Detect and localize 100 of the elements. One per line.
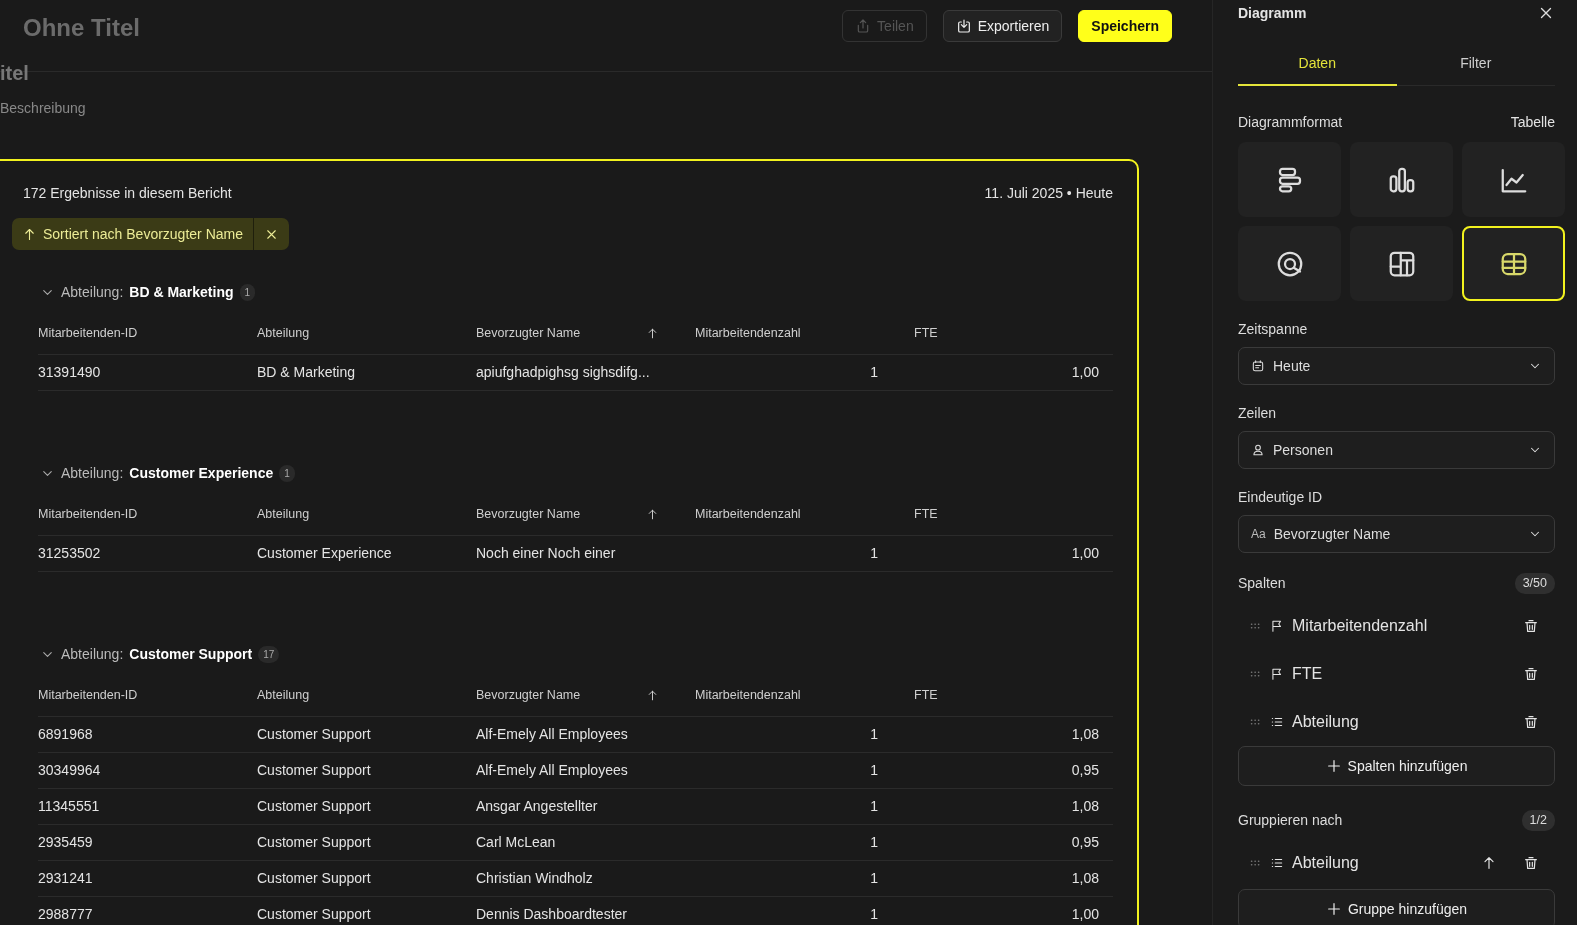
table-cell-text: Christian Windholz [476,869,594,888]
column-header[interactable]: Abteilung [257,686,310,705]
flag-icon [1270,619,1284,633]
group-name: Customer Experience [129,464,274,483]
select-field[interactable]: Aa Bevorzugter Name [1238,515,1555,553]
arrow-up-icon[interactable] [1481,855,1497,871]
table-cell-text: 2931241 [38,869,94,888]
column-header[interactable]: Mitarbeitendenzahl [695,324,801,343]
field-name: Mitarbeitendenzahl [1292,616,1429,636]
field-label: Zeilen [1238,404,1278,423]
column-header[interactable]: FTE [914,324,938,343]
person-icon [1251,443,1265,457]
column-header[interactable]: Mitarbeitenden-ID [38,324,138,343]
count-badge: 3/50 [1514,573,1555,594]
group-label: Abteilung: [61,283,124,302]
count-badge: 1/2 [1521,810,1555,831]
export-button[interactable]: Exportieren [942,10,1063,42]
table-cell-text: 1 [869,833,879,852]
table-cell-text: 1,00 [1070,363,1099,382]
table-cell-text: 1,08 [1070,797,1099,816]
table-cell-text: 1 [869,725,879,744]
table-cell-text: Customer Support [257,725,372,744]
group-name: BD & Marketing [129,283,234,302]
group-label: Abteilung: [61,464,124,483]
document-title: Ohne Titel [23,13,140,43]
add-button[interactable]: Spalten hinzufügen [1238,746,1555,786]
group-name: Customer Support [129,645,253,664]
column-header[interactable]: FTE [914,686,938,705]
result-count: 172 Ergebnisse in diesem Bericht [23,184,232,203]
table-cell-text: 2935459 [38,833,94,852]
table-cell-text: 31253502 [38,544,102,563]
group-count: 17 [258,646,280,663]
current-format: Tabelle [1510,113,1555,132]
arrow-up-icon [22,226,37,242]
calendar-icon [1251,359,1265,373]
column-header[interactable]: Bevorzugter Name [476,324,581,343]
trash-icon[interactable] [1523,855,1539,871]
chart-type-option[interactable] [1238,142,1341,217]
table-cell-text: apiufghadpighsg sighsdifg... [476,363,651,382]
column-header[interactable]: Mitarbeitendenzahl [695,505,801,524]
column-header[interactable]: Bevorzugter Name [476,505,581,524]
field-label: Eindeutige ID [1238,488,1324,507]
table-cell-text: Customer Experience [257,544,393,563]
chart-type-option[interactable] [1462,226,1565,301]
trash-icon[interactable] [1523,714,1539,730]
table-cell-text: 1 [869,761,879,780]
add-button[interactable]: Gruppe hinzufügen [1238,889,1555,925]
table-cell-text: Carl McLean [476,833,557,852]
table-cell-text: 1 [869,869,879,888]
table-cell-text: 1 [869,797,879,816]
download-icon [955,18,972,34]
report-title: itel [0,61,30,84]
column-header[interactable]: FTE [914,505,938,524]
save-button[interactable]: Speichern [1078,10,1172,42]
table-cell-text: Customer Support [257,761,372,780]
column-header[interactable]: Bevorzugter Name [476,686,581,705]
field-name: Abteilung [1292,712,1360,732]
table-cell-text: 1,08 [1070,869,1099,888]
column-header[interactable]: Mitarbeitenden-ID [38,505,138,524]
table-cell-text: Ansgar Angestellter [476,797,599,816]
chart-type-option[interactable] [1350,142,1453,217]
table-cell-text: 1,00 [1070,905,1099,924]
select-field[interactable]: Personen [1238,431,1555,469]
column-header[interactable]: Abteilung [257,324,310,343]
table-cell-text: Customer Support [257,869,372,888]
list-icon [1270,856,1284,870]
select-field[interactable]: Heute [1238,347,1555,385]
column-header[interactable]: Mitarbeitenden-ID [38,686,138,705]
table-cell-text: 1 [869,905,879,924]
table-cell-text: Customer Support [257,833,372,852]
table-cell-text: Customer Support [257,905,372,924]
table-cell-text: 1 [869,544,879,563]
column-header[interactable]: Abteilung [257,505,310,524]
table-cell-text: 31391490 [38,363,102,382]
table-cell-text: 30349964 [38,761,102,780]
table-cell-text: 2988777 [38,905,94,924]
chart-type-option[interactable] [1350,226,1453,301]
trash-icon[interactable] [1523,666,1539,682]
list-icon [1270,715,1284,729]
trash-icon[interactable] [1523,618,1539,634]
chart-type-option[interactable] [1238,226,1341,301]
table-cell-text: 6891968 [38,725,94,744]
section-label: Spalten [1238,574,1286,593]
table-cell-text: Customer Support [257,797,372,816]
panel-title: Diagramm [1238,3,1307,23]
table-cell-text: Alf-Emely All Employees [476,761,629,780]
panel-tab[interactable]: Daten [1238,43,1397,86]
flag-icon [1270,667,1284,681]
panel-tab[interactable]: Filter [1396,43,1555,86]
column-header[interactable]: Mitarbeitendenzahl [695,686,801,705]
field-name: FTE [1292,664,1324,684]
plus-icon [1325,758,1342,774]
group-count: 1 [279,465,295,482]
table-cell-text: 1 [869,363,879,382]
table-cell-text: BD & Marketing [257,363,357,382]
type-symbol: Aa [1251,526,1266,543]
table-cell-text: Dennis Dashboardtester [476,905,628,924]
group-label: Abteilung: [61,645,124,664]
table-cell-text: 1,00 [1070,544,1099,563]
section-label: Gruppieren nach [1238,811,1343,830]
